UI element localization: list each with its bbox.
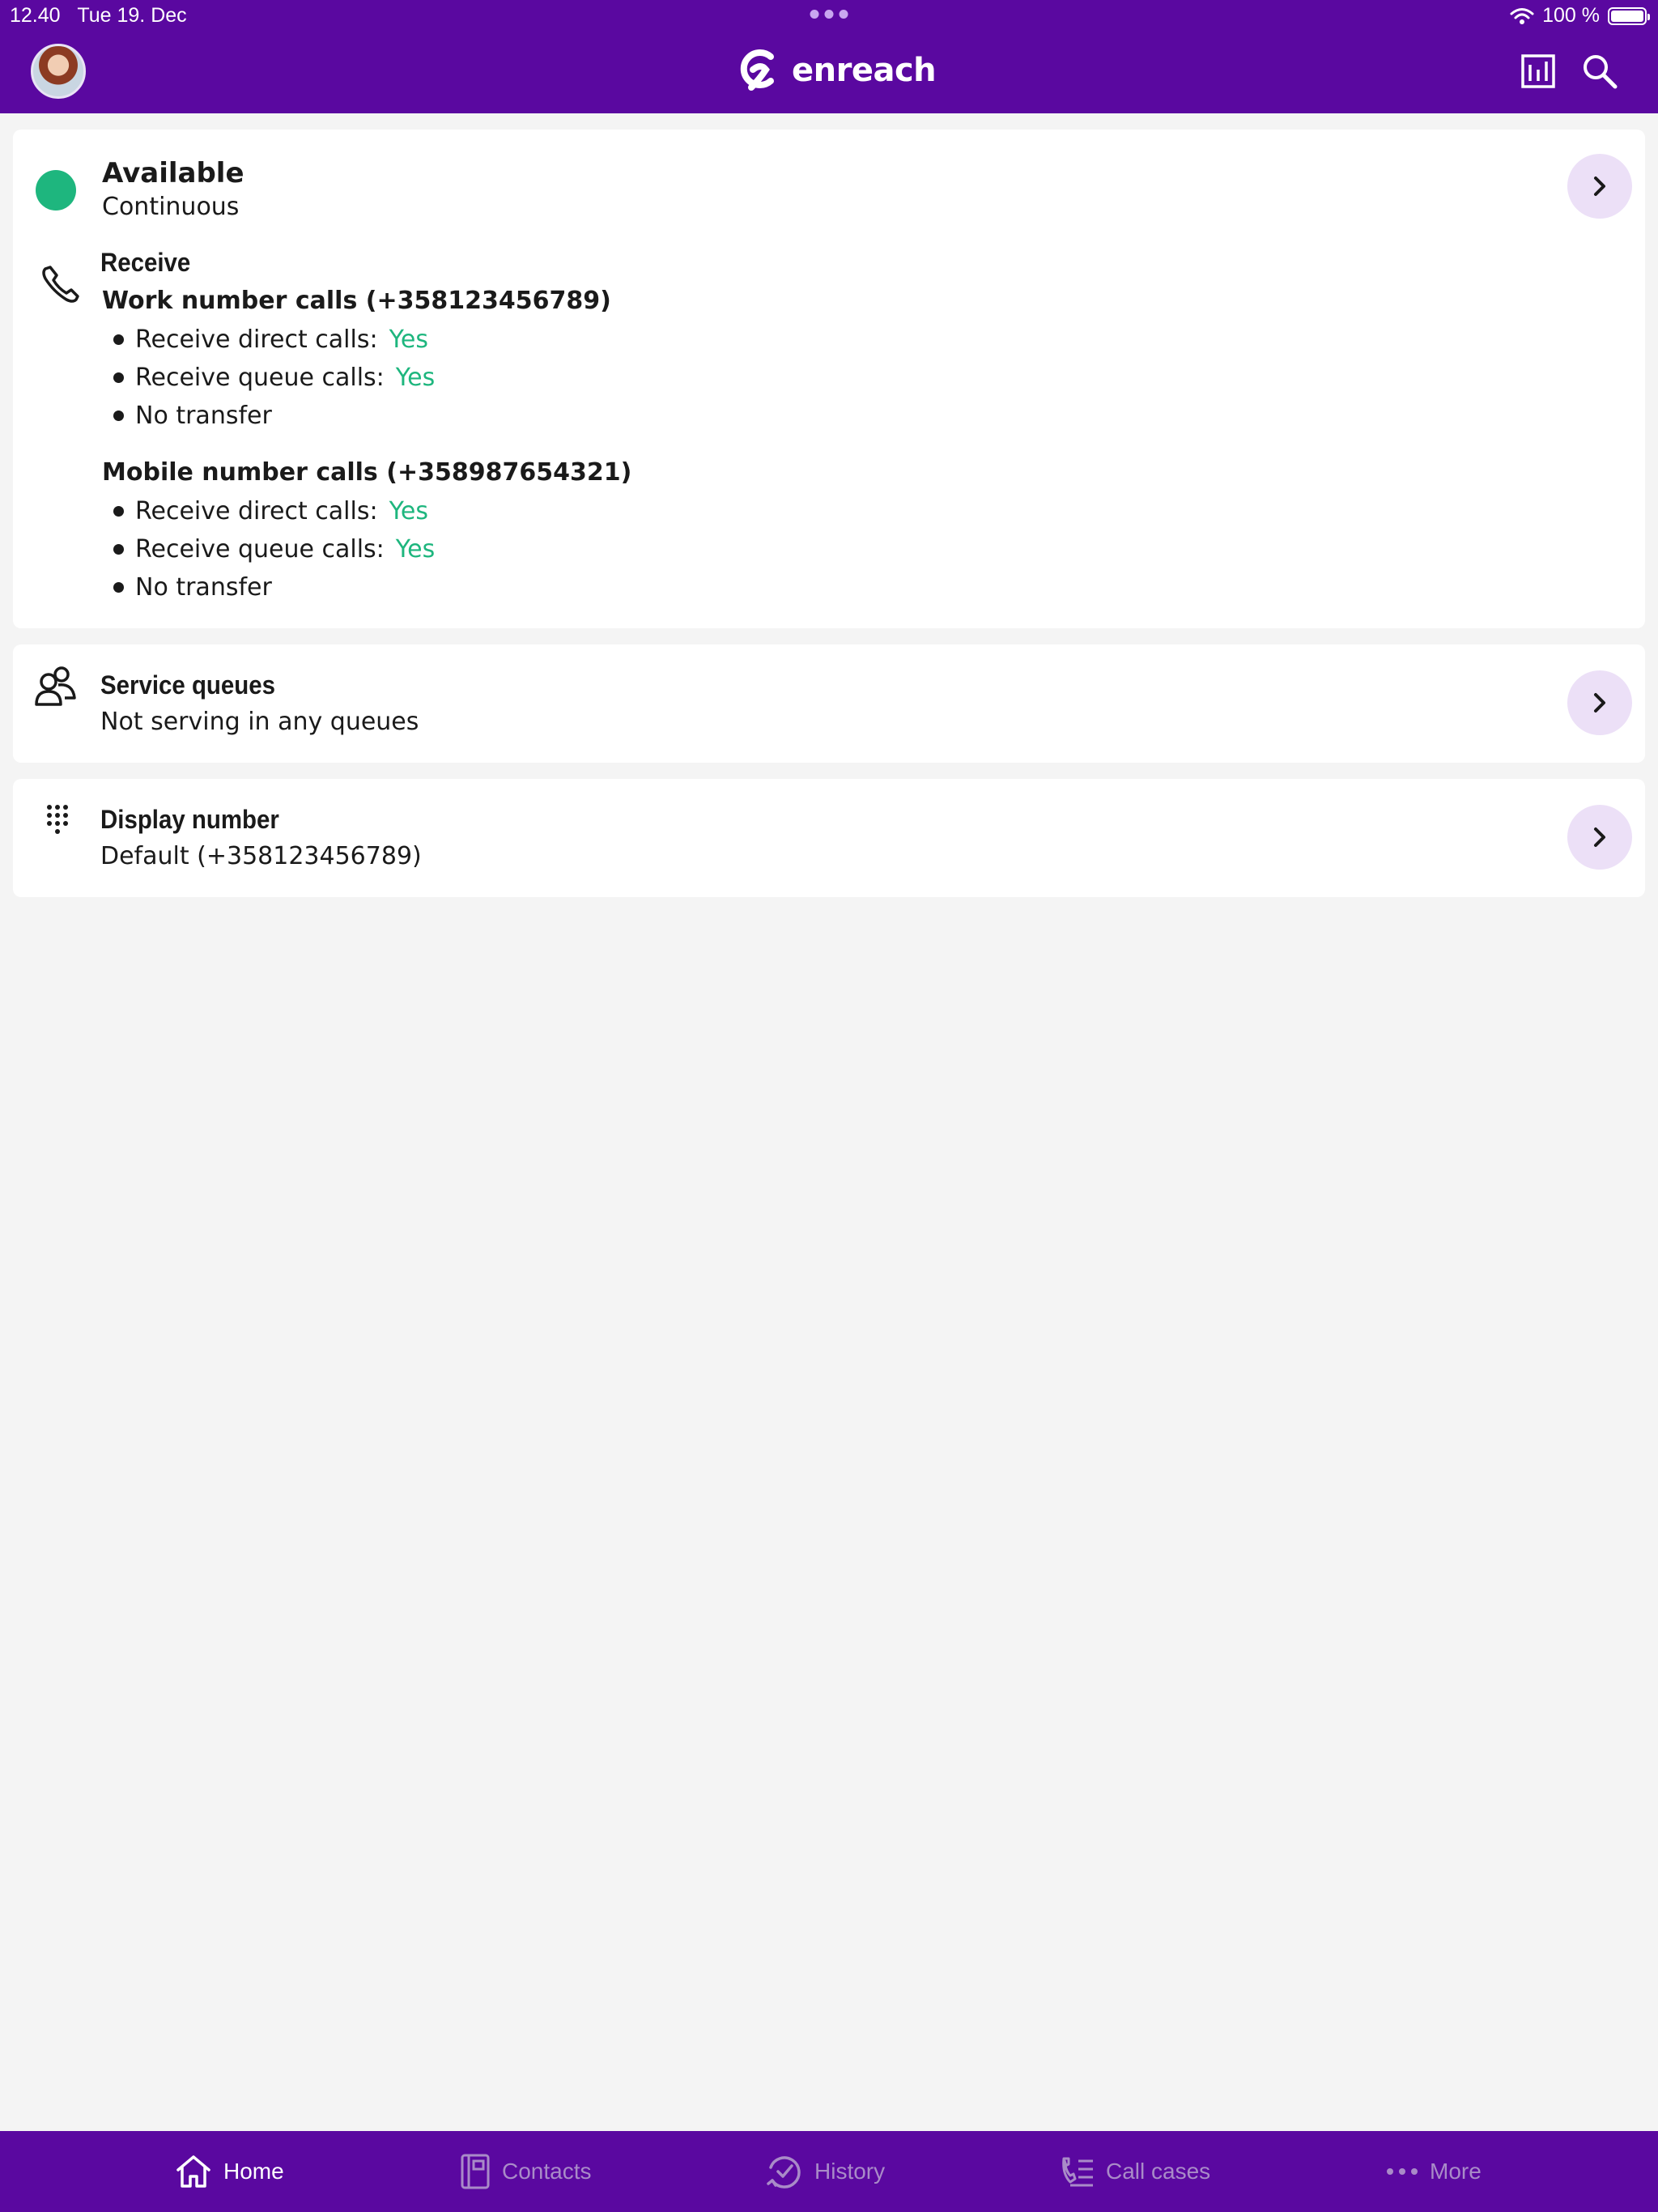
availability-chevron-button[interactable] <box>1567 154 1632 219</box>
nav-contacts[interactable]: Contacts <box>460 2131 592 2212</box>
work-number-label: Work number calls <box>102 287 358 315</box>
work-queue-value: Yes <box>395 364 436 392</box>
stats-icon[interactable] <box>1519 52 1558 91</box>
contacts-icon <box>461 2154 490 2189</box>
work-direct-label: Receive direct calls: <box>135 325 378 354</box>
mobile-direct-calls: Receive direct calls: Yes <box>113 497 428 525</box>
work-transfer-label: No transfer <box>135 402 272 430</box>
mobile-number-label: Mobile number calls <box>102 458 378 487</box>
multitasking-dots-icon[interactable] <box>810 10 848 19</box>
service-queues-chevron-button[interactable] <box>1567 670 1632 735</box>
mobile-transfer-label: No transfer <box>135 573 272 602</box>
home-icon <box>176 2155 210 2188</box>
dialpad-icon <box>47 805 68 834</box>
chevron-right-icon <box>1594 827 1605 847</box>
wifi-icon <box>1510 7 1534 24</box>
enreach-logo: enreach <box>735 45 937 96</box>
nav-call-cases-label: Call cases <box>1106 2159 1211 2184</box>
mobile-queue-label: Receive queue calls: <box>135 535 385 564</box>
availability-card: Available Continuous Receive Work number… <box>13 130 1645 628</box>
top-bar: 12.40 Tue 19. Dec 100 % enreach <box>0 0 1658 113</box>
avatar[interactable] <box>31 44 86 99</box>
battery-percent: 100 % <box>1542 4 1600 27</box>
history-icon <box>767 2156 801 2189</box>
search-icon[interactable] <box>1580 52 1619 91</box>
mobile-transfer: No transfer <box>113 573 272 602</box>
status-time: 12.40 Tue 19. Dec <box>10 4 187 28</box>
enreach-logo-icon <box>740 49 774 91</box>
nav-home-label: Home <box>223 2159 284 2184</box>
status-bar: 12.40 Tue 19. Dec 100 % <box>0 0 1658 32</box>
service-queues-value: Not serving in any queues <box>100 708 419 736</box>
service-queues-card[interactable]: Service queues Not serving in any queues <box>13 644 1645 763</box>
battery-icon <box>1608 6 1650 25</box>
nav-more-label: More <box>1430 2159 1482 2184</box>
work-queue-label: Receive queue calls: <box>135 364 385 392</box>
nav-home[interactable]: Home <box>175 2131 284 2212</box>
nav-history[interactable]: History <box>766 2131 885 2212</box>
display-number-value: Default (+358123456789) <box>100 842 422 870</box>
display-number-title: Display number <box>100 805 279 834</box>
work-queue-calls: Receive queue calls: Yes <box>113 364 435 392</box>
mobile-queue-value: Yes <box>395 535 436 564</box>
work-transfer: No transfer <box>113 402 272 430</box>
availability-status-dot <box>36 170 76 211</box>
mobile-direct-label: Receive direct calls: <box>135 497 378 525</box>
work-number-heading: Work number calls (+358123456789) <box>102 287 611 315</box>
work-direct-value: Yes <box>389 325 429 354</box>
status-indicators: 100 % <box>1510 4 1650 28</box>
nav-more[interactable]: More <box>1386 2131 1482 2212</box>
work-number-value: (+358123456789) <box>365 287 611 315</box>
display-number-chevron-button[interactable] <box>1567 805 1632 870</box>
mobile-number-value: (+358987654321) <box>386 458 632 487</box>
mobile-queue-calls: Receive queue calls: Yes <box>113 535 435 564</box>
nav-call-cases[interactable]: Call cases <box>1061 2131 1210 2212</box>
clock: 12.40 <box>10 4 61 27</box>
mobile-number-heading: Mobile number calls (+358987654321) <box>102 458 631 487</box>
phone-icon <box>42 266 79 303</box>
work-direct-calls: Receive direct calls: Yes <box>113 325 428 354</box>
logo-text: enreach <box>792 52 937 89</box>
more-icon <box>1387 2168 1418 2175</box>
chevron-right-icon <box>1594 693 1605 713</box>
chevron-right-icon <box>1594 177 1605 196</box>
nav-history-label: History <box>814 2159 886 2184</box>
call-cases-icon <box>1062 2157 1093 2187</box>
service-queues-icon <box>35 666 76 706</box>
mobile-direct-value: Yes <box>389 497 429 525</box>
receive-title: Receive <box>100 248 191 277</box>
bottom-nav: Home Contacts History Call cases More <box>0 2131 1658 2212</box>
display-number-card[interactable]: Display number Default (+358123456789) <box>13 779 1645 897</box>
service-queues-title: Service queues <box>100 670 276 700</box>
availability-duration: Continuous <box>102 193 240 221</box>
availability-status: Available <box>102 157 244 189</box>
date: Tue 19. Dec <box>77 4 187 27</box>
nav-contacts-label: Contacts <box>502 2159 592 2184</box>
